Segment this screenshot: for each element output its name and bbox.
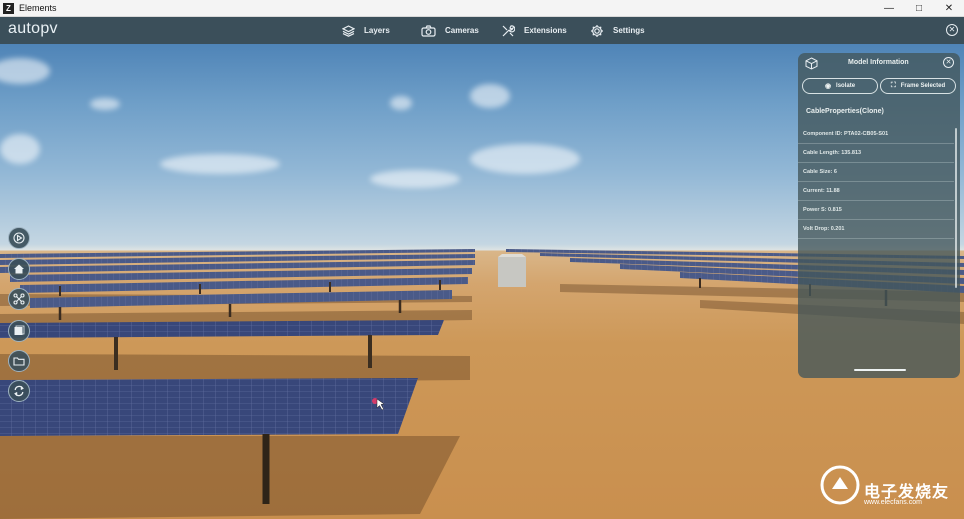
section-title: CableProperties(Clone) — [806, 108, 884, 115]
window-titlebar: Z Elements — □ ✕ — [0, 0, 964, 17]
property-row: Volt Drop: 0.201 — [798, 220, 954, 239]
refresh-icon — [14, 385, 24, 397]
nav-layers-label: Layers — [364, 26, 390, 35]
isolate-label: Isolate — [836, 83, 856, 89]
tools-icon — [502, 24, 515, 36]
nav-extensions[interactable]: Extensions — [501, 17, 567, 44]
toolbar-folder[interactable] — [8, 350, 30, 372]
maximize-button[interactable]: □ — [904, 0, 934, 17]
window-controls: — □ ✕ — [874, 0, 964, 17]
watermark-logo — [820, 465, 860, 505]
close-window-button[interactable]: ✕ — [934, 0, 964, 17]
gear-icon — [591, 24, 603, 37]
panel-scrollbar[interactable] — [955, 128, 957, 288]
toolbar-home[interactable] — [8, 258, 30, 280]
nav-cameras-label: Cameras — [445, 26, 479, 35]
app-header: autopv Layers Cameras Extensions Setting… — [0, 17, 964, 44]
camera-icon — [421, 24, 436, 37]
nav-settings[interactable]: Settings — [590, 17, 645, 44]
model-information-panel: Model Information ✕ ◉ Isolate ⛶ Frame Se… — [798, 53, 960, 378]
autopv-logo: autopv — [8, 20, 58, 37]
toolbar-play-view[interactable] — [8, 227, 30, 249]
frame-selected-button[interactable]: ⛶ Frame Selected — [880, 78, 956, 94]
frame-selected-label: Frame Selected — [900, 83, 946, 89]
nav-cameras[interactable]: Cameras — [421, 17, 479, 44]
nav-extensions-label: Extensions — [524, 26, 567, 35]
panel-title: Model Information — [848, 59, 909, 66]
home-icon — [14, 264, 24, 274]
eye-icon: ◉ — [824, 83, 832, 90]
network-icon — [13, 293, 25, 305]
far-solar-rows-left — [0, 249, 475, 320]
nav-settings-label: Settings — [613, 26, 645, 35]
layers-icon — [342, 24, 355, 37]
app-window-icon: Z — [3, 2, 14, 14]
property-row: Component ID: PTA02-CB05-S01 — [798, 125, 954, 144]
panel-close-button[interactable]: ✕ — [943, 57, 954, 68]
property-row: Current: 11.88 — [798, 182, 954, 201]
play-view-icon — [13, 232, 25, 244]
property-row: Cable Size: 6 — [798, 163, 954, 182]
folder-icon — [13, 357, 25, 366]
panel-header: Model Information ✕ — [798, 53, 960, 73]
property-row: Cable Length: 135.813 — [798, 144, 954, 163]
toolbar-network[interactable] — [8, 288, 30, 310]
image-icon — [14, 325, 25, 335]
toolbar-image[interactable] — [8, 320, 30, 342]
panel-resize-handle[interactable] — [854, 369, 906, 371]
property-row: Power S: 0.815 — [798, 201, 954, 220]
app-close-button[interactable]: ✕ — [946, 24, 958, 36]
minimize-button[interactable]: — — [874, 0, 904, 17]
nav-layers[interactable]: Layers — [342, 17, 390, 44]
inverter-box — [498, 254, 526, 287]
watermark-url: www.elecfans.com — [864, 499, 922, 506]
cube-icon — [805, 57, 818, 70]
frame-icon: ⛶ — [890, 82, 896, 89]
window-title: Elements — [19, 3, 57, 13]
isolate-button[interactable]: ◉ Isolate — [802, 78, 878, 94]
toolbar-refresh[interactable] — [8, 380, 30, 402]
